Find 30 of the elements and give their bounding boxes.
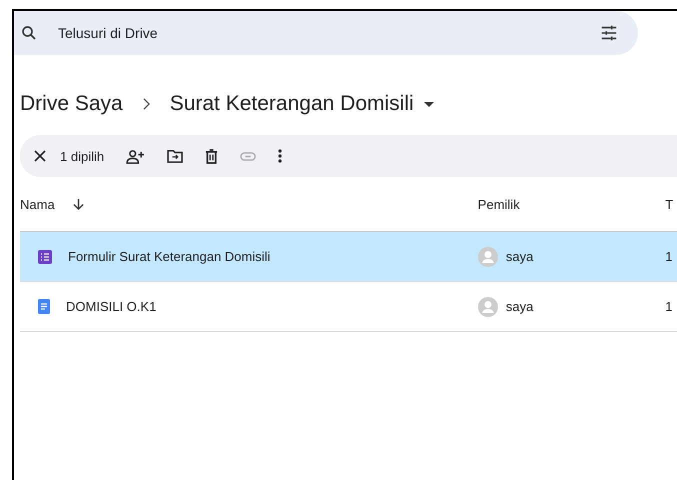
dropdown-caret-icon[interactable] <box>424 102 434 106</box>
chevron-right-icon <box>142 98 150 110</box>
owner-name: saya <box>506 249 534 264</box>
add-person-icon[interactable] <box>126 148 146 164</box>
file-name: Formulir Surat Keterangan Domisili <box>68 249 270 264</box>
table-cell: 1 <box>665 299 672 314</box>
owner-name: saya <box>506 299 534 314</box>
move-to-folder-icon[interactable] <box>167 149 184 163</box>
more-options-icon[interactable] <box>278 149 282 163</box>
selection-count: 1 dipilih <box>60 148 104 164</box>
file-row[interactable]: Formulir Surat Keterangan Domisili saya 1 <box>20 232 677 282</box>
filter-sliders-icon[interactable] <box>600 24 618 42</box>
sort-down-arrow-icon[interactable] <box>72 198 84 210</box>
breadcrumb-link[interactable]: Drive Saya <box>20 92 123 116</box>
table-cell: 1 <box>665 249 672 264</box>
search-input[interactable]: Telusuri di Drive <box>56 24 600 42</box>
current-folder-title[interactable]: Surat Keterangan Domisili <box>170 92 414 116</box>
search-field[interactable]: Telusuri di Drive <box>14 11 638 55</box>
document-file-icon <box>38 299 50 314</box>
column-header[interactable]: Nama <box>20 196 55 212</box>
trash-icon[interactable] <box>205 148 218 164</box>
close-icon[interactable] <box>34 150 46 162</box>
avatar-icon <box>478 296 498 316</box>
search-icon <box>20 24 38 42</box>
column-header[interactable]: T <box>665 196 674 212</box>
form-file-icon <box>38 250 52 264</box>
file-name: DOMISILI O.K1 <box>66 299 156 314</box>
column-header[interactable]: Pemilik <box>478 196 520 212</box>
avatar-icon <box>478 246 498 266</box>
file-row[interactable]: DOMISILI O.K1 saya 1 <box>20 282 677 332</box>
